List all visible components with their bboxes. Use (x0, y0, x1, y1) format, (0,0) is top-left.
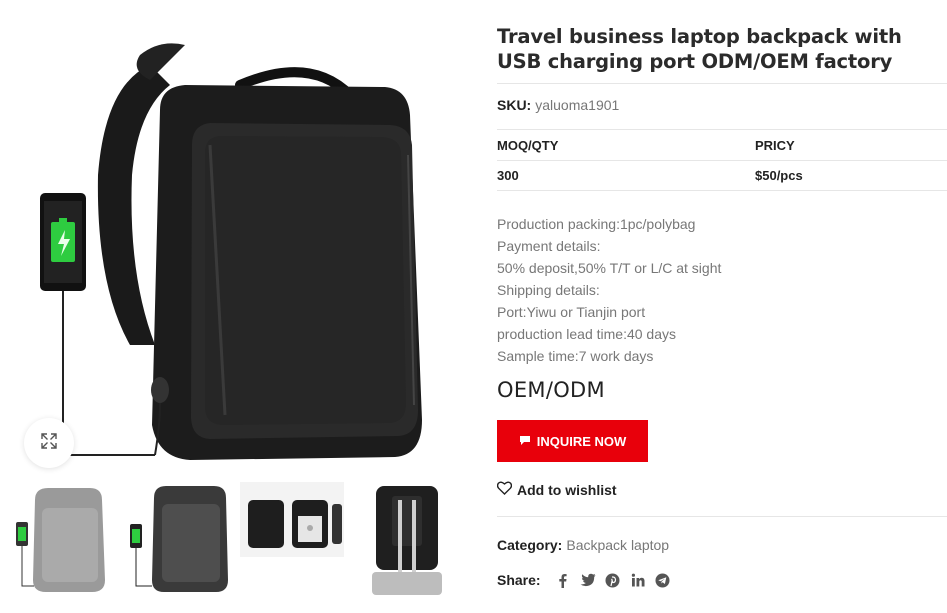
oem-heading: OEM/ODM (497, 378, 605, 402)
sku-value: yaluoma1901 (535, 97, 620, 113)
linkedin-icon[interactable] (630, 572, 646, 588)
thumbnail-backpack-on-luggage[interactable] (352, 480, 460, 595)
product-details: Production packing:1pc/polybag Payment d… (497, 213, 721, 367)
main-product-image[interactable] (10, 25, 460, 475)
detail-line: Payment details: (497, 238, 601, 254)
share-label: Share: (497, 572, 541, 588)
facebook-icon[interactable] (555, 572, 571, 588)
divider (497, 516, 947, 517)
expand-icon (40, 432, 58, 455)
thumbnail-strip (10, 480, 460, 595)
moq-header: MOQ/QTY (497, 138, 559, 153)
sku-label: SKU: (497, 97, 532, 113)
twitter-icon[interactable] (580, 572, 596, 588)
divider (497, 83, 947, 84)
sku-row: SKU: yaluoma1901 (497, 97, 619, 113)
product-title: Travel business laptop backpack with USB… (497, 25, 902, 73)
detail-line: Sample time:7 work days (497, 348, 654, 364)
thumbnail-grey-backpack[interactable] (10, 480, 118, 595)
category-row: Category: Backpack laptop (497, 537, 669, 553)
thumbnail-backpack-views[interactable] (238, 480, 346, 595)
table-divider (497, 190, 947, 191)
price-value: $50/pcs (755, 168, 803, 183)
thumbnail-darkgrey-backpack[interactable] (124, 480, 232, 595)
detail-line: 50% deposit,50% T/T or L/C at sight (497, 260, 722, 276)
detail-line: Production packing:1pc/polybag (497, 216, 696, 232)
wishlist-label: Add to wishlist (517, 481, 617, 498)
category-label: Category: (497, 537, 563, 553)
chat-icon (519, 434, 531, 449)
detail-line: Port:Yiwu or Tianjin port (497, 304, 646, 320)
price-header: PRICY (755, 138, 795, 153)
add-to-wishlist-link[interactable]: Add to wishlist (496, 481, 617, 498)
zoom-button[interactable] (24, 418, 74, 468)
moq-value: 300 (497, 168, 519, 183)
telegram-icon[interactable] (655, 572, 671, 588)
inquire-now-button[interactable]: INQUIRE NOW (497, 420, 648, 462)
detail-line: production lead time:40 days (497, 326, 676, 342)
share-row: Share: (497, 572, 680, 588)
product-summary: Travel business laptop backpack with USB… (496, 0, 947, 613)
detail-line: Shipping details: (497, 282, 600, 298)
product-gallery (0, 0, 475, 613)
heart-icon (496, 481, 513, 498)
category-link[interactable]: Backpack laptop (566, 537, 669, 553)
inquire-now-label: INQUIRE NOW (536, 433, 627, 449)
table-divider (497, 160, 947, 161)
divider (497, 129, 947, 130)
pinterest-icon[interactable] (605, 572, 621, 588)
